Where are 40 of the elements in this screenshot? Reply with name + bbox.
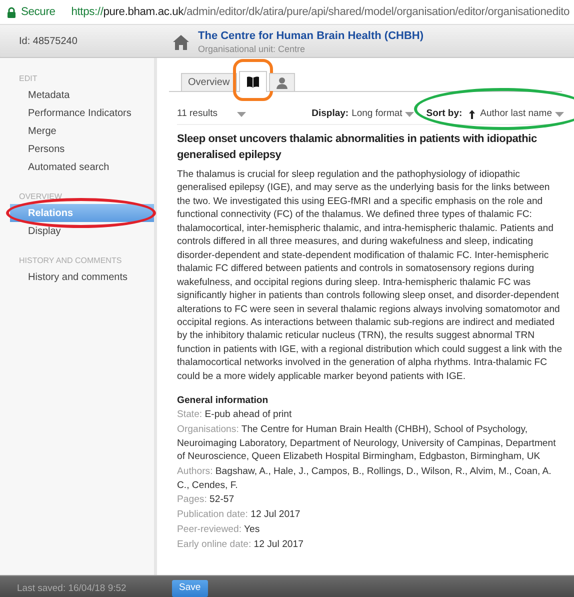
caret-icon	[405, 112, 414, 116]
unit-title[interactable]: The Centre for Human Brain Health (CHBH)	[198, 30, 424, 43]
sidebar-item[interactable]: Persons	[0, 140, 154, 158]
info-field: State: E-pub ahead of print	[177, 408, 564, 422]
info-field: Peer-reviewed: Yes	[177, 523, 564, 537]
book-icon	[246, 76, 260, 88]
display-dropdown[interactable]: Display: Long format	[312, 106, 414, 122]
person-tab[interactable]	[268, 73, 295, 91]
info-field: Organisations: The Centre for Human Brain Health (CHBH), School of Psychology, Neuroimaging Laboratory, Department of Neurology, University of Campinas, Department of Neuroscience, Queen Elizabeth Hospital Birmingham, Edgbaston, Birmingham, UK	[177, 423, 564, 464]
abstract-text: The thalamus is crucial for sleep regulation and the pathophysiology of idiopathic generalised epilepsy (IGE), and may serve as the underlying basis for the links between the two. We investigated this using EEG-fMRI and a specific emphasis on the role and functional connectivity (FC) of the thalamus. We defined three types of thalamic FC: thalamocortical, inter-hemispheric thalamic, and intra-hemispheric thalamic. Patients and controls differed in all three measures, and during wakefulness and sleep, indicating disorder-dependent and state-dependent modification of thalamic FC. Inter-hemispheric thalamic FC differed between patients and controls in somatosensory regions during wakefulness, and occipital regions during sleep. Intra-hemispheric thalamic FC was significantly higher in patients than controls following sleep onset, and disorder-dependent alterations to FC were seen in several thalamic regions always involving somatomotor and occipital regions. As interactions between thalamic sub-regions are indirect and mediated by the inhibitory thalamic reticular nucleus (TRN), the results suggest abnormal TRN function in patients with IGE, with a regional distribution which could suggest a link with the thalamocortical networks involved in the generation of alpha rhythms. Intra-thalamic FC could be a more widely applicable marker beyond patients with IGE.	[177, 168, 564, 384]
id-label: Id: 48575240	[19, 34, 78, 48]
sidebar-item[interactable]: Performance Indicators	[0, 104, 154, 122]
info-field: Pages: 52-57	[177, 493, 564, 507]
info-field: Authors: Bagshaw, A., Hale, J., Campos, B., Rollings, D., Wilson, R., Alvim, M., Coan, A. C., Cendes, F.	[177, 465, 564, 492]
section-heading: HISTORY AND COMMENTS	[18, 256, 123, 266]
caret-icon	[555, 112, 564, 116]
sort-dropdown[interactable]: Sort by: Author last name	[426, 106, 564, 122]
section-heading: General information	[177, 394, 270, 408]
sidebar-item[interactable]: Display	[0, 222, 154, 240]
info-field: Publication date: 12 Jul 2017	[177, 508, 564, 522]
section-heading: OVERVIEW	[18, 192, 63, 202]
unit-subtitle: Organisational unit: Centre	[198, 43, 306, 55]
book-tab[interactable]	[238, 71, 267, 92]
sidebar-item[interactable]: History and comments	[0, 268, 154, 286]
home-icon	[172, 34, 190, 51]
caret-icon	[237, 112, 246, 116]
tab[interactable]: Overview	[181, 73, 237, 91]
sidebar-item[interactable]: Automated search	[0, 158, 154, 176]
lock-icon	[7, 6, 16, 18]
publication-title[interactable]: Sleep onset uncovers thalamic abnormalities in patients with idiopathic generalised epilepsy	[177, 131, 564, 163]
last-saved-label: Last saved: 16/04/18 9:52	[17, 582, 126, 594]
results-dropdown[interactable]: 11 results	[177, 106, 246, 122]
person-icon	[276, 76, 288, 88]
sidebar-item[interactable]: Merge	[0, 122, 154, 140]
section-heading: EDIT	[18, 74, 38, 84]
secure-label: Secure	[21, 4, 56, 20]
url-text[interactable]: https://pure.bham.ac.uk/admin/editor/dk/atira/pure/api/shared/model/organisation/editor/organisationedito	[71, 4, 570, 20]
info-field: Early online date: 12 Jul 2017	[177, 538, 564, 552]
arrow-up-icon	[469, 110, 476, 118]
sidebar-item[interactable]: Metadata	[0, 86, 154, 104]
